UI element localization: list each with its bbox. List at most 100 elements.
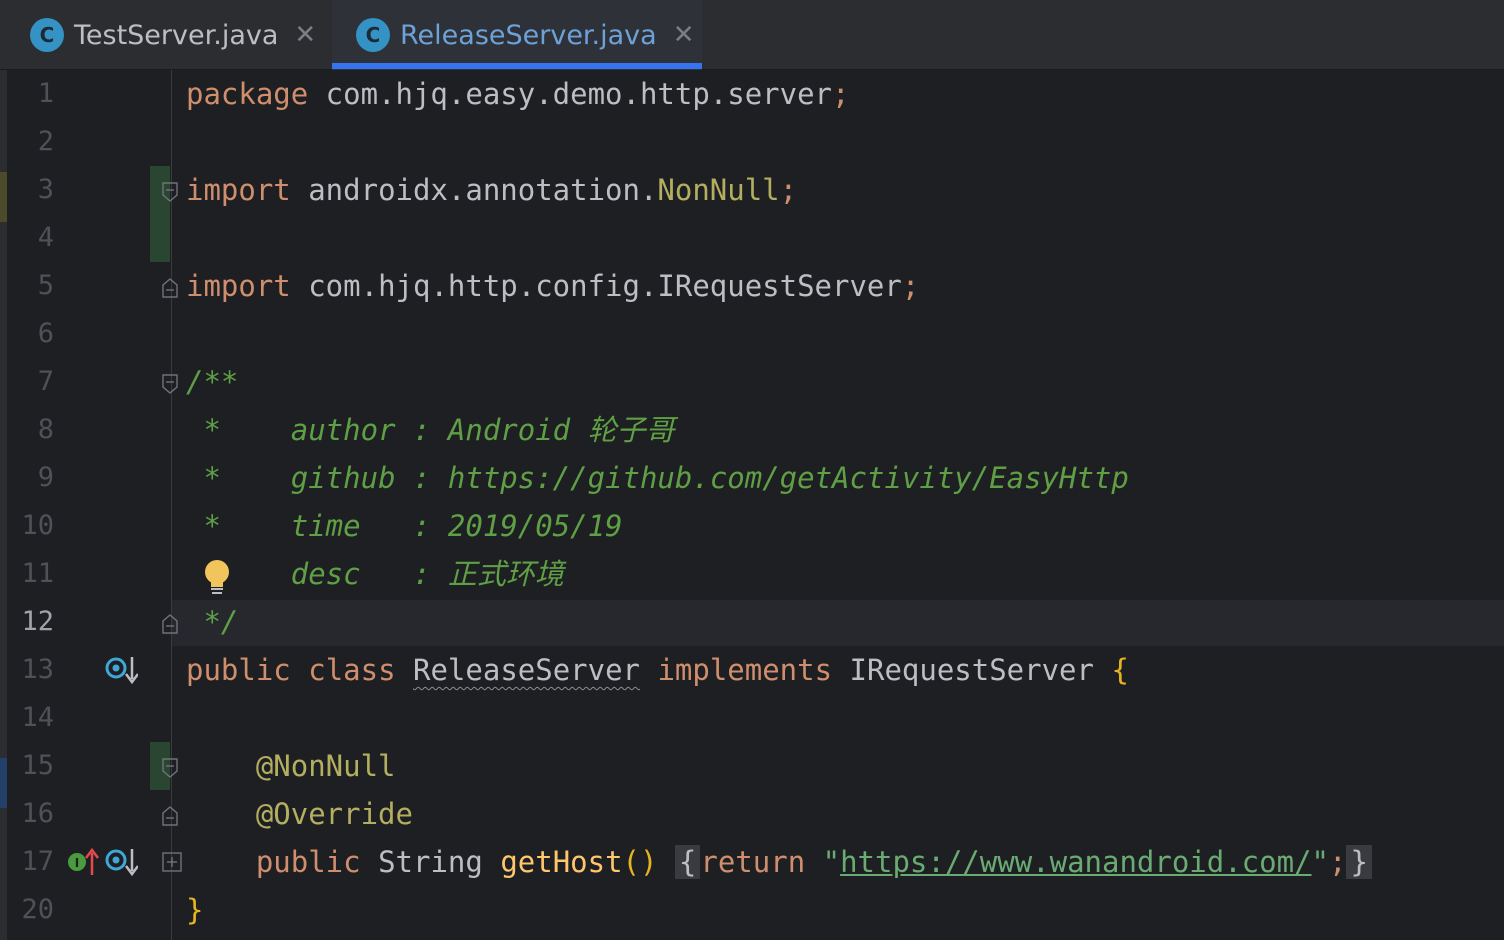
line-number[interactable]: 10 (0, 502, 54, 550)
code-line-13[interactable]: public class ReleaseServer implements IR… (186, 646, 1129, 694)
import-path: com.hjq.http.config.IRequestServer (290, 269, 902, 303)
code-line-12[interactable]: */ (186, 598, 238, 646)
code-line-20[interactable]: } (186, 886, 203, 934)
implemented-method-up-icon[interactable]: I (66, 847, 100, 877)
line-number[interactable]: 4 (0, 214, 54, 262)
line-number[interactable]: 2 (0, 118, 54, 166)
code-line-15[interactable]: @NonNull (186, 742, 396, 790)
doc-star: * (186, 509, 221, 543)
line-number[interactable]: 6 (0, 310, 54, 358)
code-line-7[interactable]: /** (186, 358, 238, 406)
import-path: androidx.annotation. (290, 173, 658, 207)
line-number[interactable]: 1 (0, 70, 54, 118)
line-number-current[interactable]: 12 (0, 598, 54, 646)
class-name[interactable]: ReleaseServer (413, 653, 640, 687)
implements-method-icon[interactable] (104, 655, 139, 685)
line-number[interactable]: 11 (0, 550, 54, 598)
method-name[interactable]: getHost (500, 845, 622, 879)
code-line-5[interactable]: import com.hjq.http.config.IRequestServe… (186, 262, 919, 310)
class-icon: C (356, 18, 390, 52)
active-tab-indicator (332, 63, 702, 69)
fold-end-icon[interactable] (162, 806, 178, 826)
line-number[interactable]: 5 (0, 262, 54, 310)
line-number[interactable]: 14 (0, 694, 54, 742)
line-number[interactable]: 8 (0, 406, 54, 454)
line-number[interactable]: 15 (0, 742, 54, 790)
doc-separator: : (395, 461, 448, 495)
close-icon[interactable]: ✕ (673, 20, 695, 50)
folded-open-brace[interactable]: { (674, 845, 701, 879)
doc-value-author: Android 轮子哥 (447, 413, 675, 447)
svg-text:I: I (75, 856, 79, 870)
editor-tab-bar: C TestServer.java ✕ C ReleaseServer.java… (0, 0, 1504, 70)
vcs-change-marker[interactable] (150, 166, 170, 262)
keyword-class: class (308, 653, 396, 687)
keyword-import: import (186, 269, 291, 303)
code-line-3[interactable]: import androidx.annotation.NonNull; (186, 166, 797, 214)
doc-indent (221, 509, 291, 543)
line-number[interactable]: 7 (0, 358, 54, 406)
line-number[interactable]: 3 (0, 166, 54, 214)
class-icon: C (30, 18, 64, 52)
fold-end-icon[interactable] (162, 278, 178, 298)
tab-label: TestServer.java (74, 19, 279, 51)
implements-method-icon[interactable] (104, 847, 139, 877)
doc-star: * (186, 413, 221, 447)
doc-star: * (186, 461, 221, 495)
fold-end-icon[interactable] (162, 614, 178, 634)
keyword-import: import (186, 173, 291, 207)
doc-separator: : (360, 557, 448, 591)
doc-indent (221, 413, 291, 447)
code-editor[interactable]: 1 2 3 4 5 6 7 8 9 10 11 12 13 14 15 16 1… (0, 70, 1504, 940)
fold-expand-icon[interactable] (162, 852, 182, 872)
code-line-16[interactable]: @Override (186, 790, 413, 838)
annotation-override[interactable]: @Override (256, 797, 413, 831)
doc-tag-github: github (290, 461, 396, 495)
fold-start-icon[interactable] (162, 374, 178, 394)
keyword-public: public (255, 845, 361, 879)
interface-name[interactable]: IRequestServer (850, 653, 1094, 687)
doc-indent (221, 461, 291, 495)
package-name: com.hjq.easy.demo.http.server (308, 77, 833, 111)
doc-indent (186, 557, 291, 591)
string-quote: " (822, 845, 841, 879)
code-line-1[interactable]: package com.hjq.easy.demo.http.server; (186, 70, 849, 118)
current-line-highlight (172, 600, 1504, 646)
semicolon: ; (779, 173, 798, 207)
folded-close-brace[interactable]: } (1346, 845, 1372, 879)
doc-value-github: https://github.com/getActivity/EasyHttp (447, 461, 1129, 495)
tab-releaseserver[interactable]: C ReleaseServer.java ✕ (332, 0, 702, 70)
code-line-8[interactable]: * author : Android 轮子哥 (186, 406, 675, 454)
keyword-public: public (186, 653, 291, 687)
line-number[interactable]: 20 (0, 886, 54, 934)
doc-tag-author: author (290, 413, 396, 447)
doc-value-desc: 正式环境 (447, 557, 564, 591)
string-quote: " (1311, 845, 1329, 879)
close-icon[interactable]: ✕ (294, 20, 316, 50)
code-line-9[interactable]: * github : https://github.com/getActivit… (186, 454, 1129, 502)
line-number[interactable]: 17 (0, 838, 54, 886)
open-brace: { (1111, 653, 1129, 687)
return-type[interactable]: String (378, 845, 483, 879)
url-link[interactable]: https://www.wanandroid.com/ (840, 845, 1311, 879)
parens: () (622, 845, 658, 879)
line-number[interactable]: 16 (0, 790, 54, 838)
semicolon: ; (832, 77, 850, 111)
tab-testserver[interactable]: C TestServer.java ✕ (30, 0, 330, 70)
line-number[interactable]: 9 (0, 454, 54, 502)
code-line-11[interactable]: desc : 正式环境 (186, 550, 564, 598)
doc-separator: : (395, 413, 448, 447)
line-number[interactable]: 13 (0, 646, 54, 694)
close-brace: } (186, 893, 204, 927)
doc-tag-time: time (290, 509, 361, 543)
doc-comment-close: */ (186, 605, 239, 639)
code-line-17[interactable]: public String getHost() {return "https:/… (186, 838, 1372, 886)
fold-start-icon[interactable] (162, 758, 178, 778)
fold-start-icon[interactable] (162, 182, 178, 202)
code-line-10[interactable]: * time : 2019/05/19 (186, 502, 622, 550)
annotation-nonnull[interactable]: @NonNull (256, 749, 396, 783)
tab-label: ReleaseServer.java (400, 19, 657, 51)
ide-window: C TestServer.java ✕ C ReleaseServer.java… (0, 0, 1504, 940)
